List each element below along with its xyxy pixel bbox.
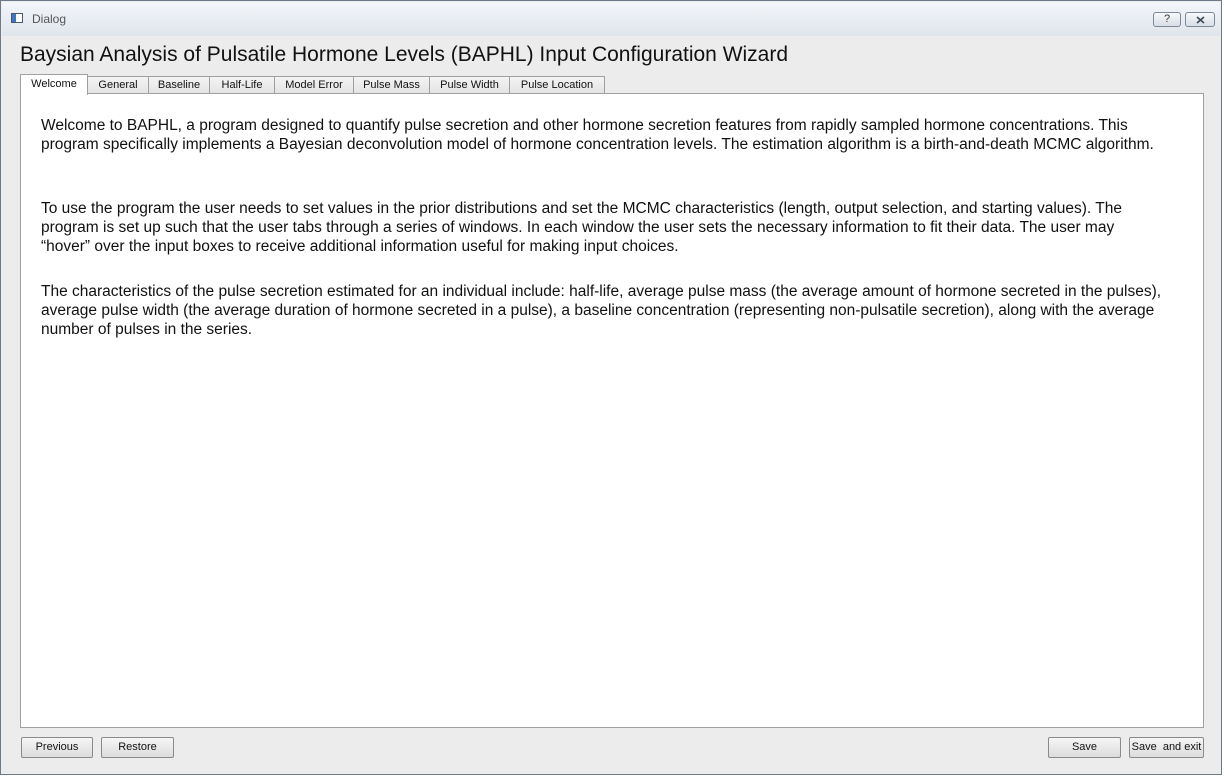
tab-model-error[interactable]: Model Error	[274, 76, 354, 94]
tab-baseline[interactable]: Baseline	[148, 76, 210, 94]
title-bar[interactable]: Dialog ?	[2, 2, 1220, 36]
tab-general[interactable]: General	[87, 76, 149, 94]
help-button[interactable]: ?	[1153, 12, 1181, 27]
previous-button[interactable]: Previous	[21, 737, 93, 758]
restore-button[interactable]: Restore	[101, 737, 174, 758]
tab-pulse-location[interactable]: Pulse Location	[509, 76, 605, 94]
app-window-icon	[11, 13, 23, 23]
window-title: Dialog	[32, 12, 67, 26]
tab-pulse-mass[interactable]: Pulse Mass	[353, 76, 430, 94]
close-button[interactable]	[1185, 12, 1215, 27]
welcome-paragraph-usage: To use the program the user needs to set…	[41, 200, 1122, 255]
page-title: Baysian Analysis of Pulsatile Hormone Le…	[20, 43, 789, 66]
tab-half-life[interactable]: Half-Life	[209, 76, 275, 94]
welcome-paragraph-intro: Welcome to BAPHL, a program designed to …	[41, 117, 1154, 153]
dialog-window: Dialog ? Baysian Analysis of Pulsatile H…	[0, 0, 1222, 775]
tab-pulse-width[interactable]: Pulse Width	[429, 76, 510, 94]
welcome-panel: Welcome to BAPHL, a program designed to …	[20, 93, 1204, 728]
close-icon	[1196, 16, 1205, 24]
save-button[interactable]: Save	[1048, 737, 1121, 758]
welcome-paragraph-characteristics: The characteristics of the pulse secreti…	[41, 283, 1162, 338]
save-and-exit-button[interactable]: Save and exit	[1129, 737, 1204, 758]
tab-welcome[interactable]: Welcome	[20, 74, 88, 95]
